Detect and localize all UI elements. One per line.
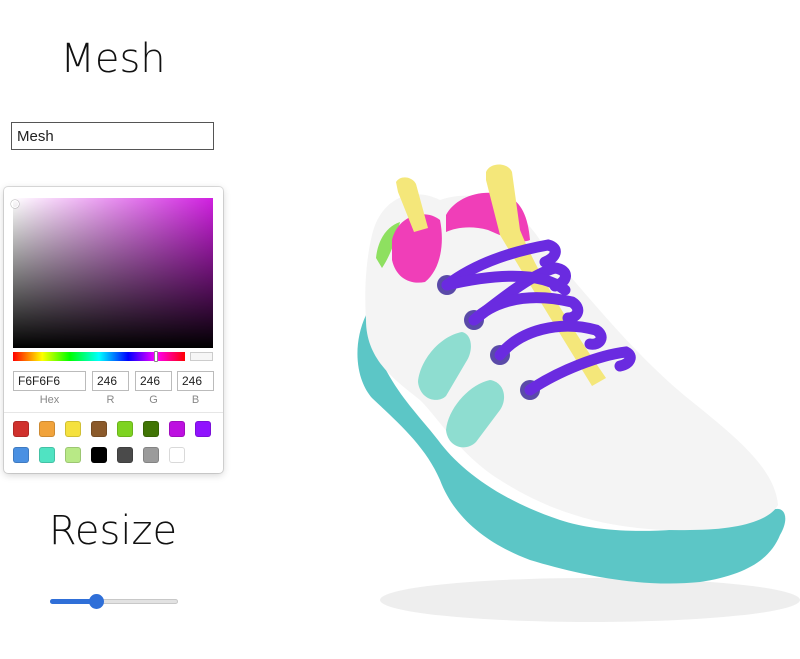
blue-input[interactable] (177, 371, 214, 391)
saturation-cursor[interactable] (11, 200, 19, 208)
saturation-value-area[interactable] (11, 198, 213, 348)
preset-color-swatch[interactable] (117, 421, 133, 437)
sneaker-model[interactable] (240, 0, 800, 654)
preset-color-swatch[interactable] (143, 421, 159, 437)
resize-slider-thumb[interactable] (89, 594, 105, 609)
preset-swatches (13, 421, 223, 463)
mesh-name-input[interactable] (11, 122, 214, 150)
red-label: R (106, 394, 115, 406)
preset-color-swatch[interactable] (13, 447, 29, 463)
red-input[interactable] (92, 371, 129, 391)
preset-color-swatch[interactable] (91, 421, 107, 437)
preset-color-swatch[interactable] (39, 421, 55, 437)
color-preview-swatch (190, 352, 213, 361)
3d-viewport[interactable] (240, 0, 800, 654)
preset-color-swatch[interactable] (13, 421, 29, 437)
hue-slider-handle[interactable] (154, 351, 158, 362)
hex-input[interactable] (13, 371, 86, 391)
hex-label: Hex (39, 394, 60, 406)
preset-color-swatch[interactable] (169, 421, 185, 437)
preset-color-swatch[interactable] (169, 447, 185, 463)
preset-color-swatch[interactable] (65, 421, 81, 437)
picker-divider (4, 412, 223, 413)
resize-slider[interactable] (50, 594, 178, 610)
preset-color-swatch[interactable] (65, 447, 81, 463)
floor-shadow (380, 578, 800, 622)
preset-color-swatch[interactable] (195, 421, 211, 437)
preset-color-swatch[interactable] (143, 447, 159, 463)
blue-label: B (191, 394, 200, 406)
preset-color-swatch[interactable] (91, 447, 107, 463)
mesh-title: Mesh (60, 36, 166, 82)
green-input[interactable] (135, 371, 172, 391)
color-picker: Hex R G B (4, 187, 223, 473)
green-label: G (149, 394, 158, 406)
preset-color-swatch[interactable] (39, 447, 55, 463)
preset-color-swatch[interactable] (117, 447, 133, 463)
hue-slider[interactable] (13, 351, 185, 362)
resize-title: Resize (48, 508, 178, 554)
